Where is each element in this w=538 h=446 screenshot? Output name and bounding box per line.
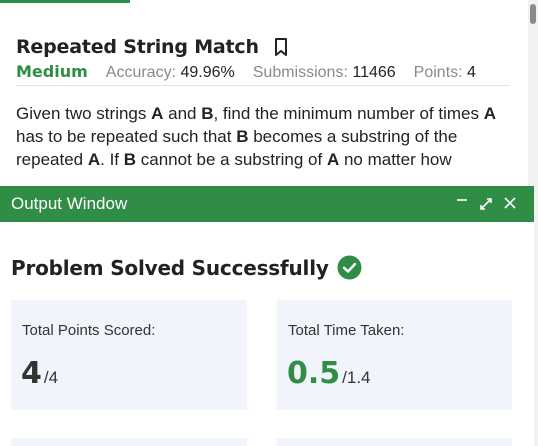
desc-text: , find the minimum number of times [213,104,484,123]
minimize-icon[interactable] [454,194,470,212]
points-scored-label: Total Points Scored: [22,322,156,339]
output-window-controls [454,194,518,212]
accuracy-stat: Accuracy: 49.96% [106,64,235,82]
time-taken-card: Total Time Taken: 0.5 /1.4 [277,300,512,410]
output-window-header: Output Window [0,186,534,222]
desc-text: Given two strings [16,104,152,123]
result-status-text: Problem Solved Successfully [11,255,329,280]
desc-var-b: B [201,104,214,123]
next-card-right [277,438,512,446]
result-status: Problem Solved Successfully [11,255,362,280]
problem-panel: Repeated String Match Medium Accuracy: 4… [16,34,510,171]
points-scored-value: 4 /4 [21,356,58,391]
scrollbar-thumb[interactable] [530,4,536,24]
time-taken-max: /1.4 [342,368,371,387]
time-taken-number: 0.5 [287,356,341,391]
accuracy-value: 49.96% [180,64,235,81]
problem-title: Repeated String Match [16,36,259,58]
accuracy-label: Accuracy: [105,64,177,81]
top-progress-accent [0,0,130,3]
points-value: 4 [467,64,476,81]
points-scored-max: /4 [43,368,59,387]
time-taken-label: Total Time Taken: [288,322,405,339]
desc-text: . If [100,150,124,169]
submissions-value: 11466 [352,64,396,81]
expand-icon[interactable] [478,194,494,212]
output-window-title: Output Window [11,194,128,213]
desc-text: has to be repeated such that [16,127,237,146]
problem-title-row: Repeated String Match [16,34,510,60]
desc-text: cannot be a substring of [136,150,327,169]
bookmark-icon[interactable] [273,37,289,57]
time-taken-value: 0.5 /1.4 [287,356,371,391]
desc-var-a: A [326,150,340,169]
desc-var-b: B [123,150,137,169]
points-label: Points: [413,64,463,81]
desc-text: and [163,104,202,123]
close-icon[interactable] [502,194,518,212]
submissions-label: Submissions: [252,64,348,81]
next-card-left [11,438,247,446]
problem-description: Given two strings A and B, find the mini… [16,102,516,171]
submissions-stat: Submissions: 11466 [253,64,396,82]
points-scored-card: Total Points Scored: 4 /4 [11,300,247,410]
output-window-body: Problem Solved Successfully Total Points… [0,222,534,446]
desc-var-a: A [151,104,164,123]
difficulty-badge: Medium [16,62,88,81]
desc-var-a: A [87,150,101,169]
problem-meta: Medium Accuracy: 49.96% Submissions: 114… [16,62,510,86]
points-stat: Points: 4 [414,64,476,82]
desc-var-a: A [483,104,496,123]
points-scored-number: 4 [21,356,42,391]
check-circle-icon [337,255,362,280]
desc-text: no matter how [339,150,452,169]
desc-var-b: B [236,127,249,146]
